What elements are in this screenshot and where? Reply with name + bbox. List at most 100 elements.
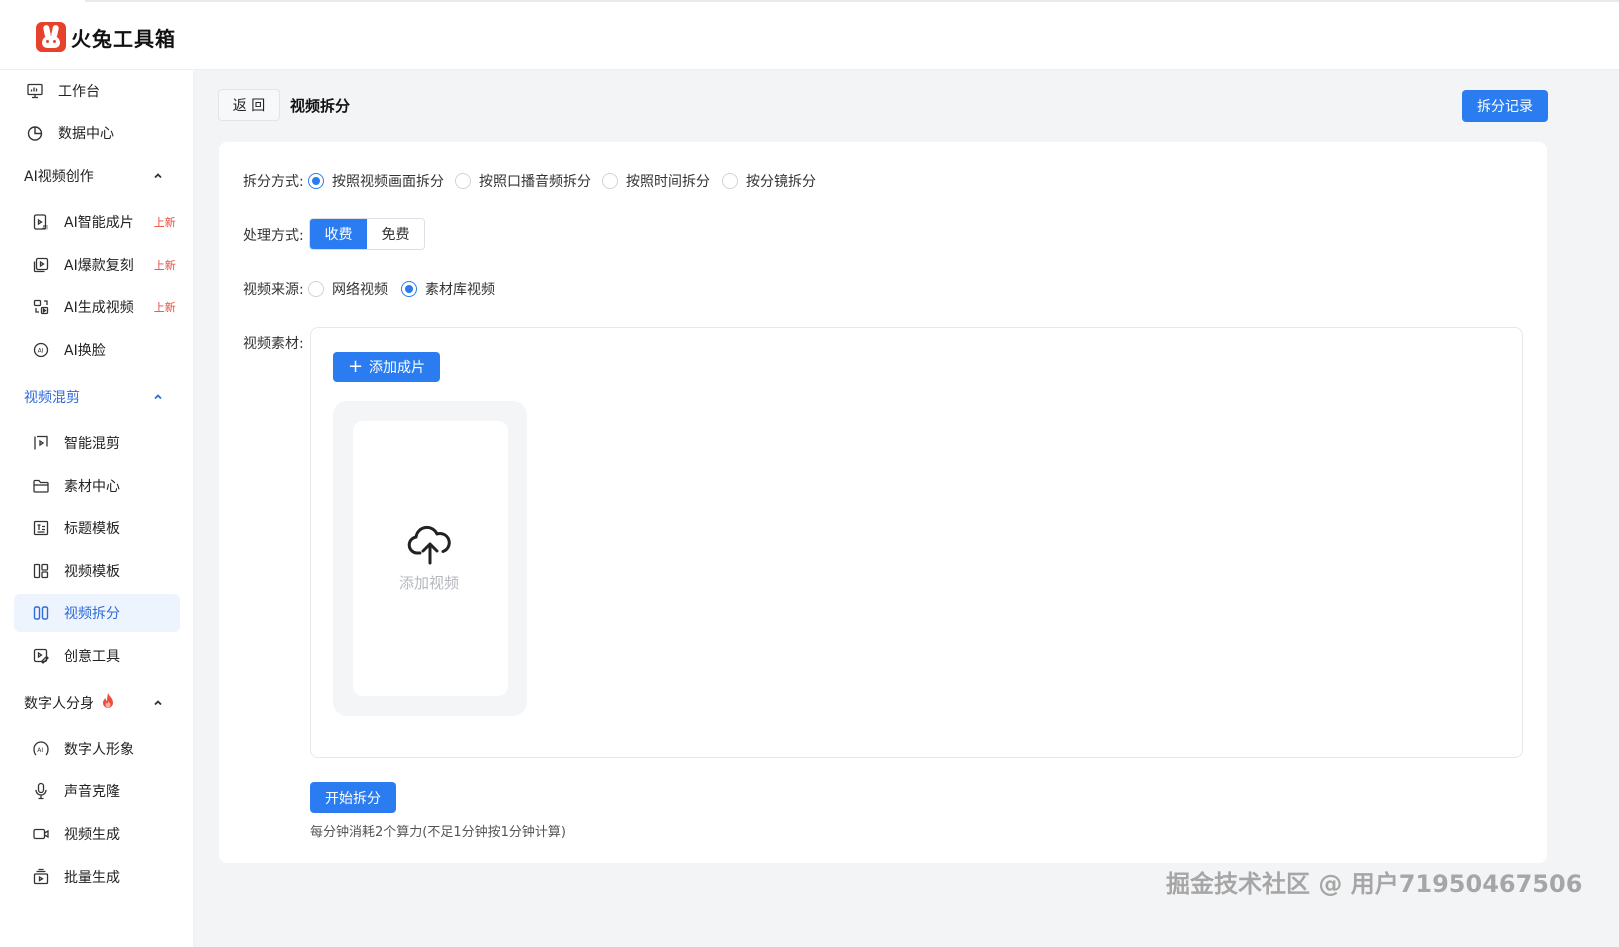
sidebar-item-label: 工作台 [58,84,100,100]
radio-source-library[interactable]: 素材库视频 [401,279,495,299]
sidebar-item-label: 声音克隆 [64,784,120,800]
radio-dot [308,281,324,297]
radio-split-by-frame[interactable]: 按照视频画面拆分 [308,171,444,191]
radio-dot [401,281,417,297]
sidebar-group-label: 数字人分身 [24,696,94,712]
app-logo[interactable]: 火兔工具箱 [36,22,176,52]
monitor-icon [25,81,45,101]
sidebar-item-ai-face-swap[interactable]: AI AI换脸 [14,331,180,369]
ai-film-icon: AI [31,212,51,232]
sidebar-item-label: 数据中心 [58,126,114,142]
sidebar-item-digital-avatar[interactable]: AI 数字人形象 [14,730,180,768]
cloud-upload-icon [406,525,454,569]
rabbit-logo-icon [36,22,66,52]
split-record-button[interactable]: 拆分记录 [1462,90,1548,122]
sidebar-item-label: 视频拆分 [64,606,120,622]
pie-chart-icon [25,123,45,143]
radio-label: 按分镜拆分 [746,174,816,190]
cost-hint: 每分钟消耗2个算力(不足1分钟按1分钟计算) [310,825,566,840]
sidebar-item-label: 标题模板 [64,521,120,537]
radio-dot [308,173,324,189]
top-bar: 火兔工具箱 [0,0,1619,70]
video-camera-icon [31,824,51,844]
split-icon [31,603,51,623]
new-badge: 上新 [153,259,176,272]
start-split-button[interactable]: 开始拆分 [310,782,396,813]
sidebar-item-video-generate[interactable]: 视频生成 [14,815,180,853]
sidebar-item-label: 创意工具 [64,649,120,665]
top-divider [85,0,1619,2]
svg-text:AI: AI [38,348,44,355]
sidebar-item-creative-tools[interactable]: 创意工具 [14,637,180,675]
radio-source-web[interactable]: 网络视频 [308,279,388,299]
fire-icon [100,692,116,714]
new-badge: 上新 [153,301,176,314]
sidebar-group-digital-human[interactable]: 数字人分身 [14,688,180,718]
copy-video-icon [31,255,51,275]
video-source-label: 视频来源: [243,282,304,298]
sidebar-item-ai-generate-video[interactable]: AI生成视频 上新 [14,288,180,326]
sidebar-group-label: AI视频创作 [24,169,94,185]
radio-split-by-audio[interactable]: 按照口播音频拆分 [455,171,591,191]
sidebar-item-label: 批量生成 [64,870,120,886]
add-film-button[interactable]: + 添加成片 [333,352,440,382]
radio-label: 网络视频 [332,282,388,298]
process-mode-paid[interactable]: 收费 [310,219,367,249]
generate-video-icon [31,297,51,317]
creative-tool-icon [31,646,51,666]
folder-icon [31,476,51,496]
sidebar-item-smart-mix[interactable]: 智能混剪 [14,424,180,462]
sidebar-item-label: 素材中心 [64,479,120,495]
watermark: 掘金技术社区 @ 用户71950467506 [1166,870,1583,898]
ai-avatar-icon: AI [31,739,51,759]
sidebar-item-title-template[interactable]: 标题模板 [14,509,180,547]
sidebar-group-video-mix[interactable]: 视频混剪 [14,382,180,412]
sidebar-item-voice-clone[interactable]: 声音克隆 [14,772,180,810]
radio-split-by-time[interactable]: 按照时间拆分 [602,171,710,191]
batch-icon [31,867,51,887]
sidebar-item-video-split[interactable]: 视频拆分 [14,594,180,632]
add-film-label: 添加成片 [369,360,426,376]
sidebar-group-label: 视频混剪 [24,390,80,406]
sidebar-item-ai-replicate[interactable]: AI爆款复刻 上新 [14,246,180,284]
upload-video-label: 添加视频 [399,574,460,592]
sidebar-item-label: AI生成视频 [64,300,134,316]
sidebar-item-label: AI爆款复刻 [64,258,134,274]
radio-dot [455,173,471,189]
radio-label: 按照时间拆分 [626,174,710,190]
sidebar-item-label: 数字人形象 [64,742,134,758]
sidebar-item-label: AI智能成片 [64,215,134,231]
process-mode-label: 处理方式: [243,228,304,244]
sidebar-item-material-center[interactable]: 素材中心 [14,467,180,505]
sidebar-item-workbench[interactable]: 工作台 [14,72,180,110]
radio-label: 按照口播音频拆分 [479,174,591,190]
sidebar-group-ai-video[interactable]: AI视频创作 [14,161,180,191]
chevron-up-icon [152,170,164,186]
sidebar-item-label: 视频生成 [64,827,120,843]
layout-icon [31,561,51,581]
process-mode-free[interactable]: 免费 [367,219,424,249]
sidebar-item-ai-smart-film[interactable]: AI AI智能成片 上新 [14,203,180,241]
process-mode-segmented: 收费 免费 [309,218,425,250]
video-material-label: 视频素材: [243,336,304,352]
plus-icon: + [347,356,364,377]
microphone-icon [31,781,51,801]
back-button[interactable]: 返 回 [218,89,280,121]
split-mode-label: 拆分方式: [243,174,304,190]
radio-split-by-shot[interactable]: 按分镜拆分 [722,171,816,191]
sidebar-item-data-center[interactable]: 数据中心 [14,114,180,152]
sidebar-item-label: AI换脸 [64,343,106,359]
sidebar-item-video-template[interactable]: 视频模板 [14,552,180,590]
text-template-icon [31,518,51,538]
radio-label: 素材库视频 [425,282,495,298]
radio-dot [722,173,738,189]
chevron-up-icon [152,391,164,407]
sidebar-item-batch-generate[interactable]: 批量生成 [14,858,180,896]
smart-mix-icon [31,433,51,453]
sidebar-item-label: 智能混剪 [64,436,120,452]
app-name: 火兔工具箱 [71,26,176,51]
chevron-up-icon [152,697,164,713]
new-badge: 上新 [153,216,176,229]
radio-dot [602,173,618,189]
radio-label: 按照视频画面拆分 [332,174,444,190]
